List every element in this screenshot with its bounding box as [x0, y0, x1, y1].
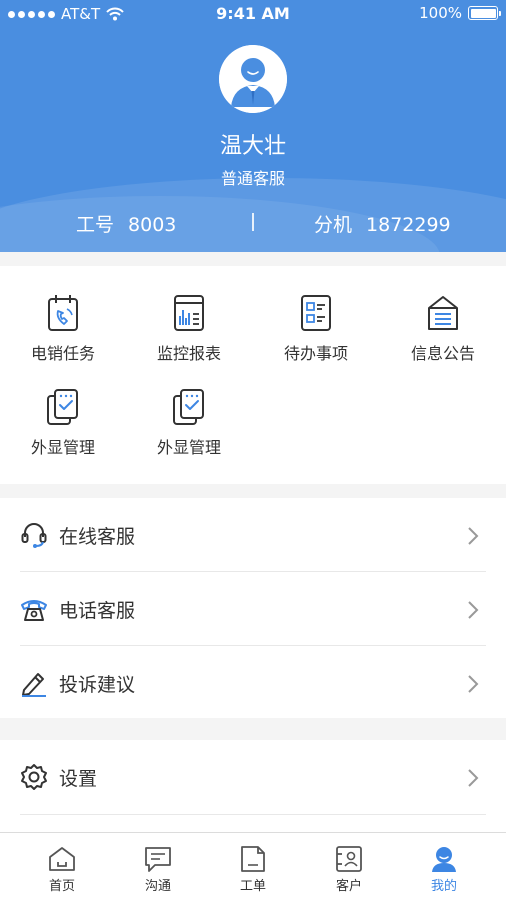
home-icon [49, 847, 75, 871]
chat-icon [145, 847, 171, 872]
list-item-complaint[interactable]: 投诉建议 [0, 646, 506, 719]
status-bar: AT&T 9:41 AM 100% [0, 0, 506, 28]
grid-item-display-manage[interactable]: 外显管理 [0, 388, 126, 458]
todo-list-icon [301, 295, 331, 331]
support-list: 在线客服 电话客服 投诉建议 [0, 498, 506, 718]
tab-label: 我的 [430, 879, 457, 894]
tab-customer[interactable]: 客户 [309, 845, 389, 894]
chevron-right-icon [468, 601, 479, 619]
list-item-online-service[interactable]: 在线客服 [0, 498, 506, 571]
tab-mine[interactable]: 我的 [404, 845, 484, 894]
grid-item-sales-task[interactable]: 电销任务 [0, 294, 126, 364]
info-divider [252, 213, 254, 231]
list-item-phone-service[interactable]: 电话客服 [0, 572, 506, 645]
extension: 分机 1872299 [314, 210, 451, 237]
notice-icon [428, 296, 458, 330]
display-manage-icon [173, 389, 204, 425]
tab-label: 首页 [48, 879, 75, 894]
user-avatar-icon [219, 45, 287, 113]
grid-label: 待办事项 [283, 344, 348, 363]
user-name: 温大壮 [219, 134, 286, 159]
chevron-right-icon [468, 769, 479, 787]
tab-label: 工单 [239, 879, 266, 894]
extension-label: 分机 [314, 214, 353, 236]
tab-home[interactable]: 首页 [22, 845, 102, 894]
report-chart-icon [174, 295, 204, 331]
extension-value: 1872299 [366, 214, 451, 236]
list-item-label: 电话客服 [59, 600, 136, 622]
employee-id-value: 8003 [128, 214, 177, 236]
display-manage-icon [47, 389, 78, 425]
tab-work-order[interactable]: 工单 [213, 845, 293, 894]
gear-icon [21, 764, 47, 790]
function-grid: 电销任务 监控报表 待办事项 信息公告 外显管理 外显管理 [0, 266, 506, 484]
employee-id-label: 工号 [76, 214, 115, 236]
grid-label: 外显管理 [156, 438, 221, 457]
chevron-right-icon [468, 675, 479, 693]
pen-icon [22, 673, 46, 697]
grid-item-display-manage-2[interactable]: 外显管理 [126, 388, 252, 458]
employee-id: 工号 8003 [76, 210, 176, 237]
battery-icon [468, 6, 501, 20]
headset-icon [21, 523, 47, 548]
list-item-label: 在线客服 [59, 526, 136, 548]
list-item-label: 投诉建议 [59, 674, 136, 696]
grid-label: 外显管理 [30, 438, 95, 457]
profile-header: AT&T 9:41 AM 100% 温大壮 普通客服 工号 8003 分机 18… [0, 0, 506, 252]
grid-label: 电销任务 [30, 344, 95, 363]
tab-label: 客户 [335, 879, 362, 894]
tab-bar: 首页 沟通 工单 客户 我的 [0, 832, 506, 900]
document-icon [241, 846, 265, 872]
battery-percent: 100% [419, 4, 462, 22]
grid-label: 监控报表 [156, 344, 221, 363]
list-divider [20, 814, 486, 815]
avatar[interactable] [219, 45, 287, 113]
settings-section: 设置 [0, 740, 506, 832]
telephone-icon [21, 600, 47, 621]
chevron-right-icon [468, 527, 479, 545]
contact-card-icon [336, 846, 362, 872]
user-role: 普通客服 [220, 169, 285, 188]
list-item-label: 设置 [59, 768, 98, 790]
grid-label: 信息公告 [410, 344, 475, 363]
grid-item-todo[interactable]: 待办事项 [253, 294, 379, 364]
tab-chat[interactable]: 沟通 [118, 845, 198, 894]
calendar-phone-icon [48, 295, 78, 331]
grid-item-notice[interactable]: 信息公告 [380, 294, 506, 364]
grid-item-monitor-report[interactable]: 监控报表 [126, 294, 252, 364]
tab-label: 沟通 [144, 879, 171, 894]
list-item-settings[interactable]: 设置 [0, 740, 506, 813]
profile-icon [432, 847, 456, 872]
